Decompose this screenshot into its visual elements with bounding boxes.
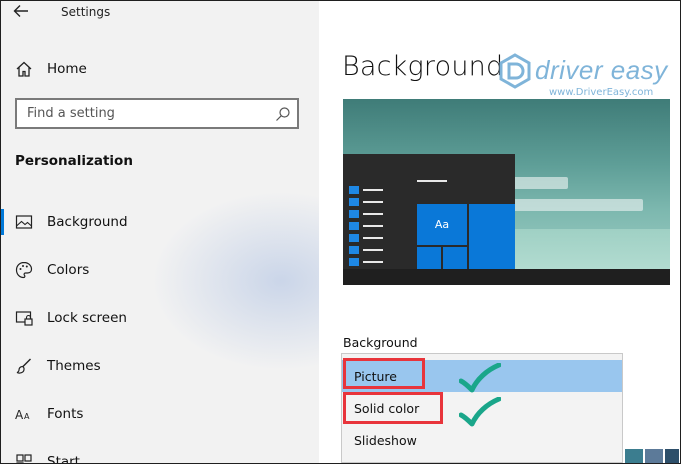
brush-icon <box>16 358 31 374</box>
sidebar-item-label: Fonts <box>47 406 84 422</box>
watermark-brand: driver easy <box>535 55 668 85</box>
sidebar-item-start[interactable]: Start <box>1 447 319 463</box>
preview-list-line <box>363 249 383 251</box>
preview-list-line <box>363 261 383 263</box>
sidebar: Settings Home Personalization Background… <box>1 1 319 463</box>
fonts-icon: AA <box>15 408 30 422</box>
preview-list-line <box>363 189 383 191</box>
sidebar-item-label: Colors <box>47 262 90 278</box>
main-content: Background driver easy www.DriverEasy.co… <box>319 1 680 463</box>
thumbnail-strip <box>665 449 679 463</box>
preview-start-menu: Aa <box>343 154 515 271</box>
preview-list-line <box>363 201 383 203</box>
sidebar-item-label: Themes <box>47 358 101 374</box>
preview-list-tile <box>349 210 359 218</box>
lock-screen-icon <box>15 311 33 326</box>
back-arrow-icon <box>13 5 28 17</box>
option-label: Slideshow <box>354 432 417 448</box>
svg-text:A: A <box>24 412 30 421</box>
sidebar-item-label: Background <box>47 214 128 230</box>
sidebar-item-lock-screen[interactable]: Lock screen <box>1 303 319 333</box>
preview-list-tile <box>349 234 359 242</box>
section-heading: Personalization <box>15 153 133 169</box>
sidebar-item-background[interactable]: Background <box>1 207 319 237</box>
preview-tile <box>443 247 467 269</box>
sidebar-item-colors[interactable]: Colors <box>1 255 319 285</box>
settings-window: Settings Home Personalization Background… <box>0 0 681 464</box>
preview-list-line <box>363 237 383 239</box>
window-title: Settings <box>61 5 111 19</box>
picture-highlight-box <box>343 358 425 389</box>
back-button[interactable] <box>13 4 33 22</box>
solid-color-highlight-box <box>343 392 443 424</box>
preview-blur <box>503 199 643 211</box>
title-bar: Settings <box>1 1 319 27</box>
svg-text:A: A <box>15 408 24 422</box>
preview-list-line <box>363 213 383 215</box>
preview-list-tile <box>349 246 359 254</box>
palette-icon <box>15 261 33 279</box>
preview-taskbar <box>343 269 670 285</box>
watermark-url: www.DriverEasy.com <box>549 87 654 98</box>
page-title: Background <box>342 51 504 82</box>
nav-home[interactable]: Home <box>1 54 319 84</box>
preview-list-line <box>363 225 383 227</box>
background-preview: Aa <box>343 99 670 285</box>
sidebar-item-label: Lock screen <box>47 310 127 326</box>
background-type-label: Background <box>343 335 418 350</box>
sidebar-item-label: Start <box>47 454 80 463</box>
search-box[interactable] <box>15 98 299 129</box>
option-slideshow[interactable]: Slideshow <box>342 424 622 456</box>
preview-tile <box>469 204 515 269</box>
home-icon <box>16 61 32 77</box>
preview-header-line <box>417 180 447 182</box>
preview-list-tile <box>349 198 359 206</box>
search-input[interactable] <box>17 100 267 127</box>
sidebar-item-themes[interactable]: Themes <box>1 351 319 381</box>
driver-easy-logo-icon <box>499 53 531 89</box>
preview-list-tile <box>349 258 359 266</box>
sidebar-item-fonts[interactable]: AA Fonts <box>1 399 319 429</box>
preview-list-tile <box>349 186 359 194</box>
nav-home-label: Home <box>47 61 87 77</box>
check-icon <box>459 363 501 393</box>
thumbnail-strip <box>625 449 643 463</box>
search-icon[interactable] <box>275 106 291 122</box>
preview-list-tile <box>349 222 359 230</box>
preview-tile-aa: Aa <box>417 204 467 245</box>
start-icon <box>16 454 32 463</box>
preview-tile <box>417 247 441 269</box>
picture-icon <box>15 215 33 229</box>
check-icon <box>459 397 501 427</box>
thumbnail-strip <box>645 449 663 463</box>
